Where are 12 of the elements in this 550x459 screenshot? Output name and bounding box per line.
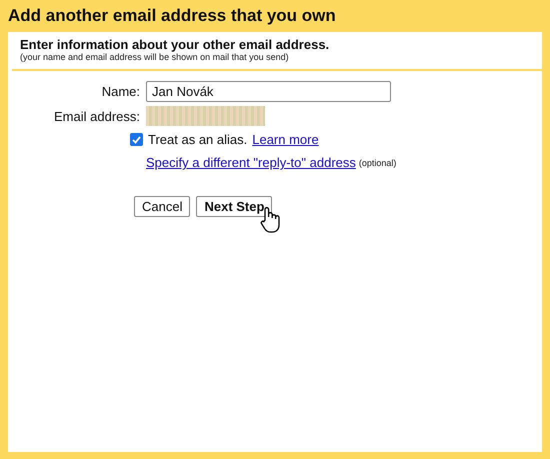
reply-to-link[interactable]: Specify a different "reply-to" address: [146, 155, 356, 170]
email-label: Email address:: [53, 108, 140, 124]
section-heading: Enter information about your other email address.: [20, 37, 330, 52]
alias-label: Treat as an alias.: [148, 132, 248, 147]
cancel-button[interactable]: Cancel: [134, 196, 190, 217]
optional-hint: (optional): [358, 158, 396, 168]
learn-more-link[interactable]: Learn more: [252, 132, 319, 147]
dialog-title: Add another email address that you own: [8, 5, 337, 27]
alias-checkbox[interactable]: [130, 133, 143, 146]
section-note: (your name and email address will be shown on mail that you send): [20, 52, 290, 63]
name-label: Name:: [100, 84, 140, 99]
name-field[interactable]: Jan Novák: [146, 81, 391, 102]
